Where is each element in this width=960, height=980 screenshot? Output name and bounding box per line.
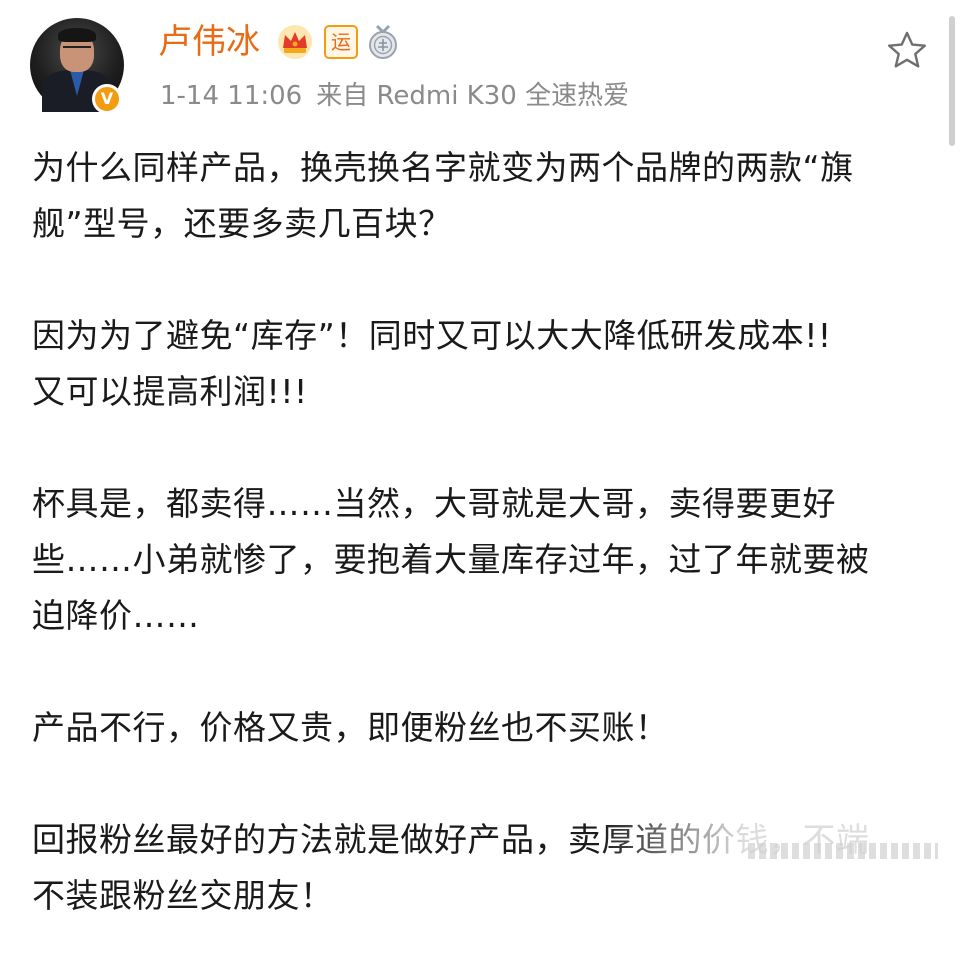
star-icon[interactable] (886, 30, 928, 70)
post-time: 1-14 11:06 (160, 81, 303, 111)
text-line: 迫降价…… (32, 596, 200, 635)
post-meta: 1-14 11:06 来自 Redmi K30 全速热爱 (160, 79, 629, 113)
author-name[interactable]: 卢伟冰 (158, 22, 260, 62)
yun-badge[interactable]: 运 (324, 25, 358, 59)
watermark-text (748, 843, 938, 859)
medal-icon[interactable] (366, 24, 400, 60)
post-source[interactable]: 来自 Redmi K30 全速热爱 (316, 81, 629, 111)
text-line: 产品不行，价格又贵，即便粉丝也不买账！ (32, 708, 669, 747)
paragraph-2: 因为为了避免“库存”！同时又可以大大降低研发成本!! 又可以提高利润!!! (32, 308, 932, 420)
paragraph-3: 杯具是，都卖得……当然，大哥就是大哥，卖得要更好 些……小弟就惨了，要抱着大量库… (32, 476, 932, 644)
text-line: 舰”型号，还要多卖几百块？ (32, 204, 452, 243)
scrollbar[interactable] (949, 16, 955, 146)
paragraph-1: 为什么同样产品，换壳换名字就变为两个品牌的两款“旗 舰”型号，还要多卖几百块？ (32, 140, 932, 252)
verified-badge: V (92, 84, 122, 114)
yun-badge-label: 运 (331, 30, 351, 54)
text-line: 又可以提高利润!!! (32, 372, 308, 411)
text-line: 些……小弟就惨了，要抱着大量库存过年，过了年就要被 (32, 540, 870, 579)
avatar-hair (58, 28, 96, 42)
paragraph-4: 产品不行，价格又贵，即便粉丝也不买账！ (32, 700, 932, 756)
text-line: 杯具是，都卖得……当然，大哥就是大哥，卖得要更好 (32, 484, 836, 523)
text-line: 为什么同样产品，换壳换名字就变为两个品牌的两款“旗 (32, 148, 854, 187)
crown-icon[interactable] (276, 24, 314, 60)
avatar-glasses (63, 46, 91, 54)
weibo-post: V 卢伟冰 运 1-14 11:06 来自 Redmi K30 全速热爱 为什么同… (0, 0, 960, 915)
text-line: 因为为了避免“库存”！同时又可以大大降低研发成本!! (32, 316, 832, 355)
